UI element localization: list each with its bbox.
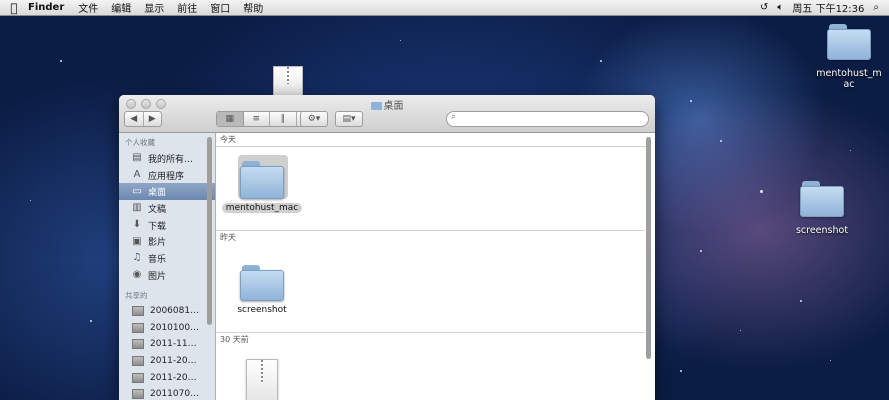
back-forward-buttons: ◀ ▶ xyxy=(124,111,162,127)
desktop-folder-screenshot[interactable]: screenshot xyxy=(782,181,862,236)
zip-file-icon xyxy=(273,66,303,97)
network-computer-icon xyxy=(132,322,144,333)
arrange-menu-button[interactable]: ▤▾ xyxy=(335,111,363,127)
file-item-label: screenshot xyxy=(237,305,287,315)
pictures-icon: ◉ xyxy=(132,269,142,281)
desktop-icon-label: mentohust_m xyxy=(816,68,882,79)
arrange-grid-icon: ▤▾ xyxy=(342,114,356,124)
menu-window[interactable]: 窗口 xyxy=(210,0,230,15)
sidebar-item-documents[interactable]: ▥ 文稿 xyxy=(119,200,215,217)
network-computer-icon xyxy=(132,305,144,316)
sidebar-item-downloads[interactable]: ⬇ 下载 xyxy=(119,217,215,234)
network-computer-icon xyxy=(132,389,144,400)
sidebar-item-shared[interactable]: 2011070… xyxy=(119,386,215,400)
gear-icon: ⚙▾ xyxy=(307,114,321,124)
menubar-clock[interactable]: 周五 下午12:36 xyxy=(792,0,864,15)
music-icon: ♫ xyxy=(132,252,142,264)
sidebar-item-desktop[interactable]: ▭ 桌面 xyxy=(119,183,215,201)
sidebar-item-applications[interactable]: A 应用程序 xyxy=(119,167,215,184)
sidebar-item-shared[interactable]: 2011-11… xyxy=(119,336,215,353)
downloads-icon: ⬇ xyxy=(132,219,142,231)
back-arrow-icon[interactable]: ◀ xyxy=(125,112,144,126)
movies-icon: ▣ xyxy=(132,235,142,247)
menu-file[interactable]: 文件 xyxy=(78,0,98,15)
sidebar-header-favorites: 个人收藏 xyxy=(125,138,155,147)
zip-file-icon xyxy=(246,359,278,400)
sidebar-item-all-files[interactable]: ▤ 我的所有… xyxy=(119,150,215,167)
folder-icon xyxy=(240,161,284,199)
sidebar-item-pictures[interactable]: ◉ 图片 xyxy=(119,267,215,284)
group-header-30-days-ago: 30 天前 xyxy=(220,335,249,344)
network-computer-icon xyxy=(132,372,144,383)
menu-finder[interactable]: Finder xyxy=(28,2,64,13)
forward-arrow-icon[interactable]: ▶ xyxy=(144,112,162,126)
spotlight-search-icon[interactable]: ⌕ xyxy=(873,2,879,13)
file-item-mentohust-mac[interactable]: mentohust_mac xyxy=(217,155,307,213)
icon-view-icon[interactable]: ▦ xyxy=(217,112,244,126)
finder-window: 桌面 ◀ ▶ ▦ ≡ ∥ ▭ ⚙▾ ▤▾ ⌕ 个人收藏 ▤我的所有… A应用程序 xyxy=(119,95,655,400)
sidebar-item-shared[interactable]: 2011-20… xyxy=(119,369,215,386)
group-header-yesterday: 昨天 xyxy=(220,233,236,242)
desktop-icon: ▭ xyxy=(132,185,142,197)
list-view-icon[interactable]: ≡ xyxy=(244,112,270,126)
window-titlebar: 桌面 ◀ ▶ ▦ ≡ ∥ ▭ ⚙▾ ▤▾ ⌕ xyxy=(119,95,655,133)
menu-bar:  Finder 文件 编辑 显示 前往 窗口 帮助 ↺ 🔈︎ 周五 下午12:… xyxy=(0,0,889,16)
file-browser: 今天 mentohust_mac 昨天 screenshot 30 天前 xyxy=(216,133,655,400)
file-item-screenshot[interactable]: screenshot xyxy=(217,265,307,315)
folder-icon xyxy=(827,24,871,60)
network-computer-icon xyxy=(132,355,144,366)
column-view-icon[interactable]: ∥ xyxy=(270,112,297,126)
apple-menu-icon[interactable]:  xyxy=(0,1,28,15)
sidebar-item-shared[interactable]: 2010100… xyxy=(119,319,215,336)
desktop-folder-mentohust[interactable]: mentohust_m ac xyxy=(809,24,889,90)
file-item-zip[interactable] xyxy=(217,359,307,400)
action-menu-button[interactable]: ⚙▾ xyxy=(300,111,328,127)
documents-icon: ▥ xyxy=(132,202,142,214)
search-input[interactable]: ⌕ xyxy=(446,111,649,127)
sidebar-item-shared[interactable]: 2011-20… xyxy=(119,353,215,370)
menu-edit[interactable]: 编辑 xyxy=(111,0,131,15)
sidebar-item-shared[interactable]: 2006081… xyxy=(119,303,215,320)
desktop-zip-file[interactable] xyxy=(273,66,303,97)
content-scrollbar[interactable] xyxy=(646,137,651,359)
sidebar-item-movies[interactable]: ▣ 影片 xyxy=(119,233,215,250)
file-item-label: mentohust_mac xyxy=(221,203,303,213)
network-computer-icon xyxy=(132,339,144,350)
volume-icon[interactable]: 🔈︎ xyxy=(777,2,783,13)
menu-go[interactable]: 前往 xyxy=(177,0,197,15)
search-icon: ⌕ xyxy=(451,112,457,122)
folder-icon xyxy=(240,265,284,301)
menu-help[interactable]: 帮助 xyxy=(243,0,263,15)
window-title: 桌面 xyxy=(119,97,655,112)
all-files-icon: ▤ xyxy=(132,152,142,164)
applications-icon: A xyxy=(133,169,141,181)
sidebar-scrollbar[interactable] xyxy=(207,137,212,325)
sidebar-header-shared: 共享的 xyxy=(125,290,148,300)
menu-view[interactable]: 显示 xyxy=(144,0,164,15)
sidebar: 个人收藏 ▤ 我的所有… A 应用程序 ▭ 桌面 ▥ 文稿 ⬇ 下载 ▣ 影片 ♫ 音乐 ◉ 图… xyxy=(119,133,216,400)
desktop-icon-label: ac xyxy=(843,79,855,90)
folder-icon xyxy=(800,181,844,217)
sidebar-item-music[interactable]: ♫ 音乐 xyxy=(119,250,215,267)
time-machine-icon[interactable]: ↺ xyxy=(760,2,768,13)
group-header-today: 今天 xyxy=(216,133,649,147)
desktop-icon-label: screenshot xyxy=(795,225,849,236)
folder-icon xyxy=(370,102,382,110)
